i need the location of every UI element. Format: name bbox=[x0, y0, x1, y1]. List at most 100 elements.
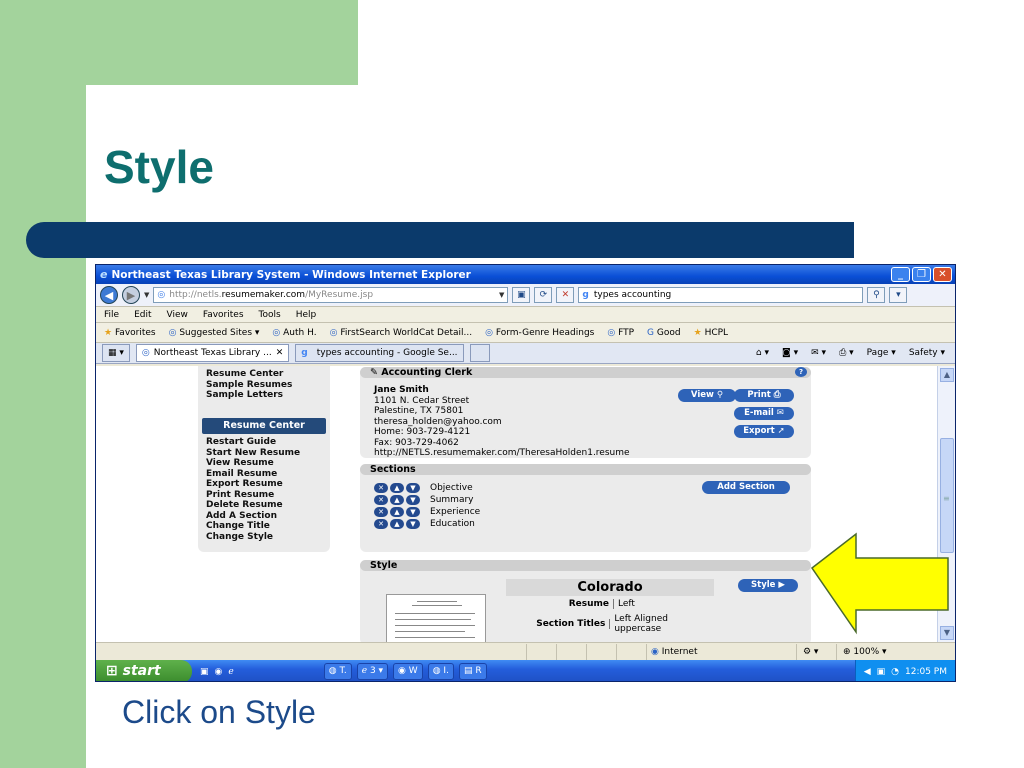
fav-auth[interactable]: ◎ Auth H. bbox=[272, 328, 316, 338]
compatibility-icon[interactable]: ▣ bbox=[512, 287, 531, 303]
menu-favorites[interactable]: Favorites bbox=[203, 310, 244, 320]
fav-good[interactable]: G Good bbox=[647, 328, 681, 338]
edit-icon[interactable]: ✎ bbox=[370, 367, 378, 378]
magnifier-icon: ⚲ bbox=[716, 390, 724, 400]
link-delete-resume[interactable]: Delete Resume bbox=[206, 500, 300, 511]
menu-tools[interactable]: Tools bbox=[259, 310, 281, 320]
delete-icon[interactable]: ✕ bbox=[374, 483, 388, 493]
search-icon[interactable]: ⚲ bbox=[867, 287, 886, 303]
scroll-up-icon[interactable]: ▲ bbox=[940, 368, 954, 382]
style-row-key: Section Titles bbox=[506, 619, 611, 629]
menu-view[interactable]: View bbox=[167, 310, 188, 320]
section-row-experience: ✕ ▲ ▼ Experience bbox=[374, 507, 480, 517]
address-dropdown-icon[interactable]: ▼ bbox=[499, 291, 504, 299]
close-button[interactable]: ✕ bbox=[933, 267, 952, 282]
new-tab-button[interactable] bbox=[469, 344, 491, 362]
menu-bar: File Edit View Favorites Tools Help bbox=[96, 306, 955, 322]
link-email-resume[interactable]: Email Resume bbox=[206, 469, 300, 480]
move-down-icon[interactable]: ▼ bbox=[406, 483, 420, 493]
search-options-icon[interactable]: ▾ bbox=[889, 287, 908, 303]
maximize-button[interactable]: ❐ bbox=[912, 267, 931, 282]
address-input[interactable]: ◎ http://netls. resumemaker.com/MyResume.… bbox=[153, 287, 509, 303]
style-button[interactable]: Style ▶ bbox=[738, 579, 798, 592]
link-resume-center[interactable]: Resume Center bbox=[206, 369, 292, 380]
feeds-icon[interactable]: ◙ ▾ bbox=[782, 348, 798, 358]
view-label: View bbox=[690, 390, 714, 400]
link-sample-resumes[interactable]: Sample Resumes bbox=[206, 380, 292, 391]
tab-northeast-texas[interactable]: ◎ Northeast Texas Library ... ✕ bbox=[135, 344, 290, 362]
delete-icon[interactable]: ✕ bbox=[374, 507, 388, 517]
refresh-icon[interactable]: ⟳ bbox=[534, 287, 553, 303]
link-restart-guide[interactable]: Restart Guide bbox=[206, 437, 300, 448]
tab-close-icon[interactable]: ✕ bbox=[276, 348, 284, 358]
safety-menu[interactable]: Safety ▾ bbox=[909, 348, 945, 358]
taskbar-item[interactable]: ◉ W bbox=[393, 663, 423, 680]
move-up-icon[interactable]: ▲ bbox=[390, 519, 404, 529]
section-label[interactable]: Summary bbox=[430, 495, 474, 505]
delete-icon[interactable]: ✕ bbox=[374, 495, 388, 505]
section-label[interactable]: Education bbox=[430, 519, 475, 529]
favorites-button[interactable]: ★ Favorites bbox=[104, 328, 156, 338]
print-icon[interactable]: ⎙ ▾ bbox=[839, 348, 854, 358]
section-label[interactable]: Objective bbox=[430, 483, 473, 493]
back-button[interactable]: ◀ bbox=[100, 286, 118, 304]
quick-tabs-button[interactable]: ▦ ▾ bbox=[102, 344, 130, 362]
quicklaunch-ie-icon[interactable]: ℯ bbox=[228, 667, 233, 677]
fav-hcpl[interactable]: ★ HCPL bbox=[694, 328, 728, 338]
tab-google-search[interactable]: g types accounting - Google Se... bbox=[295, 344, 464, 362]
link-add-a-section[interactable]: Add A Section bbox=[206, 511, 300, 522]
favorites-label: Favorites bbox=[114, 327, 156, 338]
link-change-style[interactable]: Change Style bbox=[206, 532, 300, 543]
page-menu[interactable]: Page ▾ bbox=[867, 348, 896, 358]
history-dropdown-icon[interactable]: ▼ bbox=[144, 291, 149, 299]
fav-firstsearch[interactable]: ◎ FirstSearch WorldCat Detail... bbox=[330, 328, 473, 338]
menu-help[interactable]: Help bbox=[296, 310, 317, 320]
section-label[interactable]: Experience bbox=[430, 507, 480, 517]
move-down-icon[interactable]: ▼ bbox=[406, 507, 420, 517]
link-print-resume[interactable]: Print Resume bbox=[206, 490, 300, 501]
search-input[interactable]: g types accounting bbox=[578, 287, 864, 303]
move-up-icon[interactable]: ▲ bbox=[390, 495, 404, 505]
print-label: Print bbox=[747, 390, 771, 400]
delete-icon[interactable]: ✕ bbox=[374, 519, 388, 529]
taskbar-item[interactable]: ◍ I. bbox=[427, 663, 454, 680]
menu-file[interactable]: File bbox=[104, 310, 119, 320]
fav-form-genre[interactable]: ◎ Form-Genre Headings bbox=[485, 328, 594, 338]
link-export-resume[interactable]: Export Resume bbox=[206, 479, 300, 490]
fav-ftp[interactable]: ◎ FTP bbox=[607, 328, 634, 338]
export-button[interactable]: Export ➚ bbox=[734, 425, 794, 438]
view-button[interactable]: View ⚲ bbox=[678, 389, 736, 402]
move-down-icon[interactable]: ▼ bbox=[406, 495, 420, 505]
move-up-icon[interactable]: ▲ bbox=[390, 507, 404, 517]
protected-mode-icon[interactable]: ⚙ ▾ bbox=[796, 643, 836, 660]
stop-icon[interactable]: ✕ bbox=[556, 287, 575, 303]
link-sample-letters[interactable]: Sample Letters bbox=[206, 390, 292, 401]
tray-back-icon[interactable]: ◀ bbox=[864, 667, 871, 677]
link-view-resume[interactable]: View Resume bbox=[206, 458, 300, 469]
tray-app-icon[interactable]: ▣ bbox=[877, 667, 886, 677]
home-icon[interactable]: ⌂ ▾ bbox=[756, 348, 769, 358]
start-button[interactable]: ⊞ start bbox=[96, 660, 192, 681]
email-button[interactable]: E-mail ✉ bbox=[734, 407, 794, 420]
link-start-new-resume[interactable]: Start New Resume bbox=[206, 448, 300, 459]
zoom-control[interactable]: ⊕ 100% ▾ bbox=[836, 643, 926, 660]
menu-edit[interactable]: Edit bbox=[134, 310, 151, 320]
taskbar-item[interactable]: ◍ T. bbox=[323, 663, 352, 680]
taskbar-item[interactable]: ℯ 3 ▾ bbox=[356, 663, 389, 680]
print-button[interactable]: Print ⎙ bbox=[734, 389, 794, 402]
add-section-button[interactable]: Add Section bbox=[702, 481, 790, 494]
link-change-title[interactable]: Change Title bbox=[206, 521, 300, 532]
quicklaunch-outlook-icon[interactable]: ▣ bbox=[200, 667, 209, 677]
forward-button[interactable]: ▶ bbox=[122, 286, 140, 304]
mail-icon[interactable]: ✉ ▾ bbox=[811, 348, 826, 358]
taskbar-item[interactable]: ▤ R bbox=[458, 663, 487, 680]
quicklaunch-media-icon[interactable]: ◉ bbox=[215, 667, 223, 677]
globe-icon: ◉ bbox=[651, 646, 659, 657]
move-down-icon[interactable]: ▼ bbox=[406, 519, 420, 529]
minimize-button[interactable]: _ bbox=[891, 267, 910, 282]
zone-label: Internet bbox=[661, 646, 698, 657]
fav-suggested-sites[interactable]: ◎ Suggested Sites ▾ bbox=[169, 328, 260, 338]
move-up-icon[interactable]: ▲ bbox=[390, 483, 404, 493]
tray-network-icon[interactable]: ◔ bbox=[891, 667, 899, 677]
help-icon[interactable]: ? bbox=[795, 367, 807, 377]
